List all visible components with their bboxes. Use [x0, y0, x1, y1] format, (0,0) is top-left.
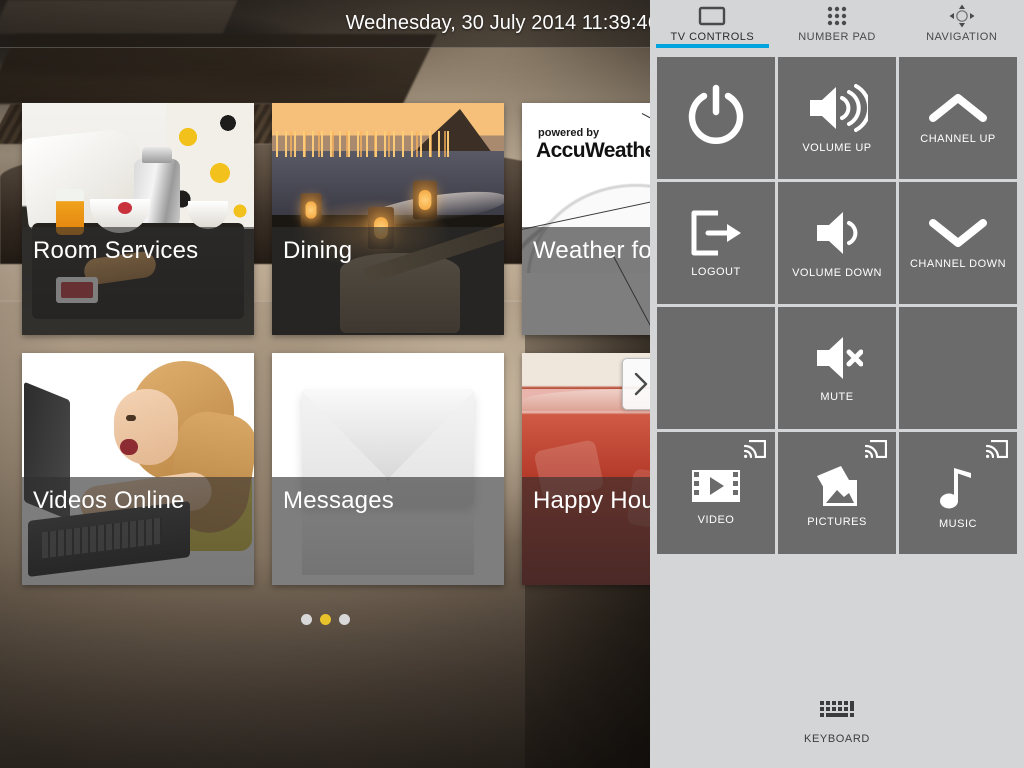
remote-control-panel: TV CONTROLS NUMBER PAD NAVIGATION VOLUME…	[650, 0, 1024, 768]
button-label: VIDEO	[697, 514, 735, 526]
volume-mute-icon	[811, 333, 863, 383]
pictures-icon	[811, 464, 863, 508]
power-button[interactable]	[657, 57, 775, 179]
volume-up-button[interactable]: VOLUME UP	[778, 57, 896, 179]
tab-tv-controls[interactable]: TV CONTROLS	[650, 0, 775, 48]
volume-down-icon	[811, 207, 863, 259]
cast-icon	[864, 439, 888, 463]
mute-button[interactable]: MUTE	[778, 307, 896, 429]
page-dot-1[interactable]	[300, 614, 312, 625]
dialpad-icon	[825, 4, 849, 28]
tile-dining[interactable]: Dining	[272, 103, 504, 335]
button-label: MUSIC	[939, 518, 977, 530]
page-dot-2-active[interactable]	[319, 614, 331, 625]
tile-label: Happy Hou	[522, 477, 650, 585]
keyboard-label: KEYBOARD	[804, 733, 870, 745]
button-label: LOGOUT	[691, 266, 741, 278]
tab-label: TV CONTROLS	[670, 31, 755, 43]
chevron-down-icon	[927, 216, 989, 250]
empty-slot-left	[657, 307, 775, 429]
accuweather-powered-by-label: powered by	[538, 127, 600, 139]
tile-weather-forecast[interactable]: powered by AccuWeather. Weather fo	[522, 103, 650, 335]
cast-icon	[985, 439, 1009, 463]
tile-videos-online[interactable]: Videos Online	[22, 353, 254, 585]
next-page-button[interactable]	[622, 358, 650, 410]
empty-slot-right	[899, 307, 1017, 429]
tab-navigation[interactable]: NAVIGATION	[899, 0, 1024, 48]
logout-button[interactable]: LOGOUT	[657, 182, 775, 304]
channel-up-button[interactable]: CHANNEL UP	[899, 57, 1017, 179]
tab-number-pad[interactable]: NUMBER PAD	[775, 0, 900, 48]
power-icon	[684, 82, 748, 146]
music-button[interactable]: MUSIC	[899, 432, 1017, 554]
accuweather-brand-label: AccuWeather.	[536, 139, 650, 162]
tile-room-services[interactable]: Room Services	[22, 103, 254, 335]
tab-label: NUMBER PAD	[798, 31, 876, 43]
tile-label: Weather fo	[522, 227, 650, 335]
remote-button-grid: VOLUME UP CHANNEL UP LOGOUT VOLUME DOWN …	[657, 57, 1017, 554]
panel-spacer	[650, 554, 1024, 676]
tile-grid: Room Services Dining powered by AccuWeat…	[22, 103, 650, 585]
video-icon	[690, 466, 742, 506]
status-bar: Wednesday, 30 July 2014 11:39:46	[0, 0, 650, 48]
date-time-label: Wednesday, 30 July 2014 11:39:46	[345, 12, 650, 34]
button-label: PICTURES	[807, 516, 867, 528]
tab-active-underline	[656, 44, 769, 48]
button-label: CHANNEL UP	[920, 133, 996, 145]
logout-icon	[688, 208, 744, 258]
cast-icon	[743, 439, 767, 463]
volume-up-icon	[806, 82, 868, 134]
keyboard-button[interactable]: KEYBOARD	[650, 676, 1024, 768]
tv-icon	[698, 4, 726, 28]
tile-label: Messages	[272, 477, 504, 585]
page-dot-3[interactable]	[338, 614, 350, 625]
tile-label: Dining	[272, 227, 504, 335]
remote-tabs: TV CONTROLS NUMBER PAD NAVIGATION	[650, 0, 1024, 48]
hotel-home-screen: Wednesday, 30 July 2014 11:39:46 Room Se…	[0, 0, 650, 768]
button-label: VOLUME UP	[802, 142, 872, 154]
tile-messages[interactable]: Messages	[272, 353, 504, 585]
tile-label: Room Services	[22, 227, 254, 335]
channel-down-button[interactable]: CHANNEL DOWN	[899, 182, 1017, 304]
chevron-up-icon	[927, 91, 989, 125]
page-indicator	[0, 614, 650, 625]
tile-label: Videos Online	[22, 477, 254, 585]
button-label: MUTE	[820, 391, 854, 403]
button-label: VOLUME DOWN	[792, 267, 882, 279]
keyboard-icon	[819, 699, 855, 724]
music-note-icon	[938, 462, 978, 510]
chevron-right-icon	[633, 371, 649, 397]
app-root: Wednesday, 30 July 2014 11:39:46 Room Se…	[0, 0, 1024, 768]
dpad-icon	[949, 4, 975, 28]
volume-down-button[interactable]: VOLUME DOWN	[778, 182, 896, 304]
tab-label: NAVIGATION	[926, 31, 998, 43]
button-label: CHANNEL DOWN	[909, 258, 1007, 270]
video-button[interactable]: VIDEO	[657, 432, 775, 554]
pictures-button[interactable]: PICTURES	[778, 432, 896, 554]
